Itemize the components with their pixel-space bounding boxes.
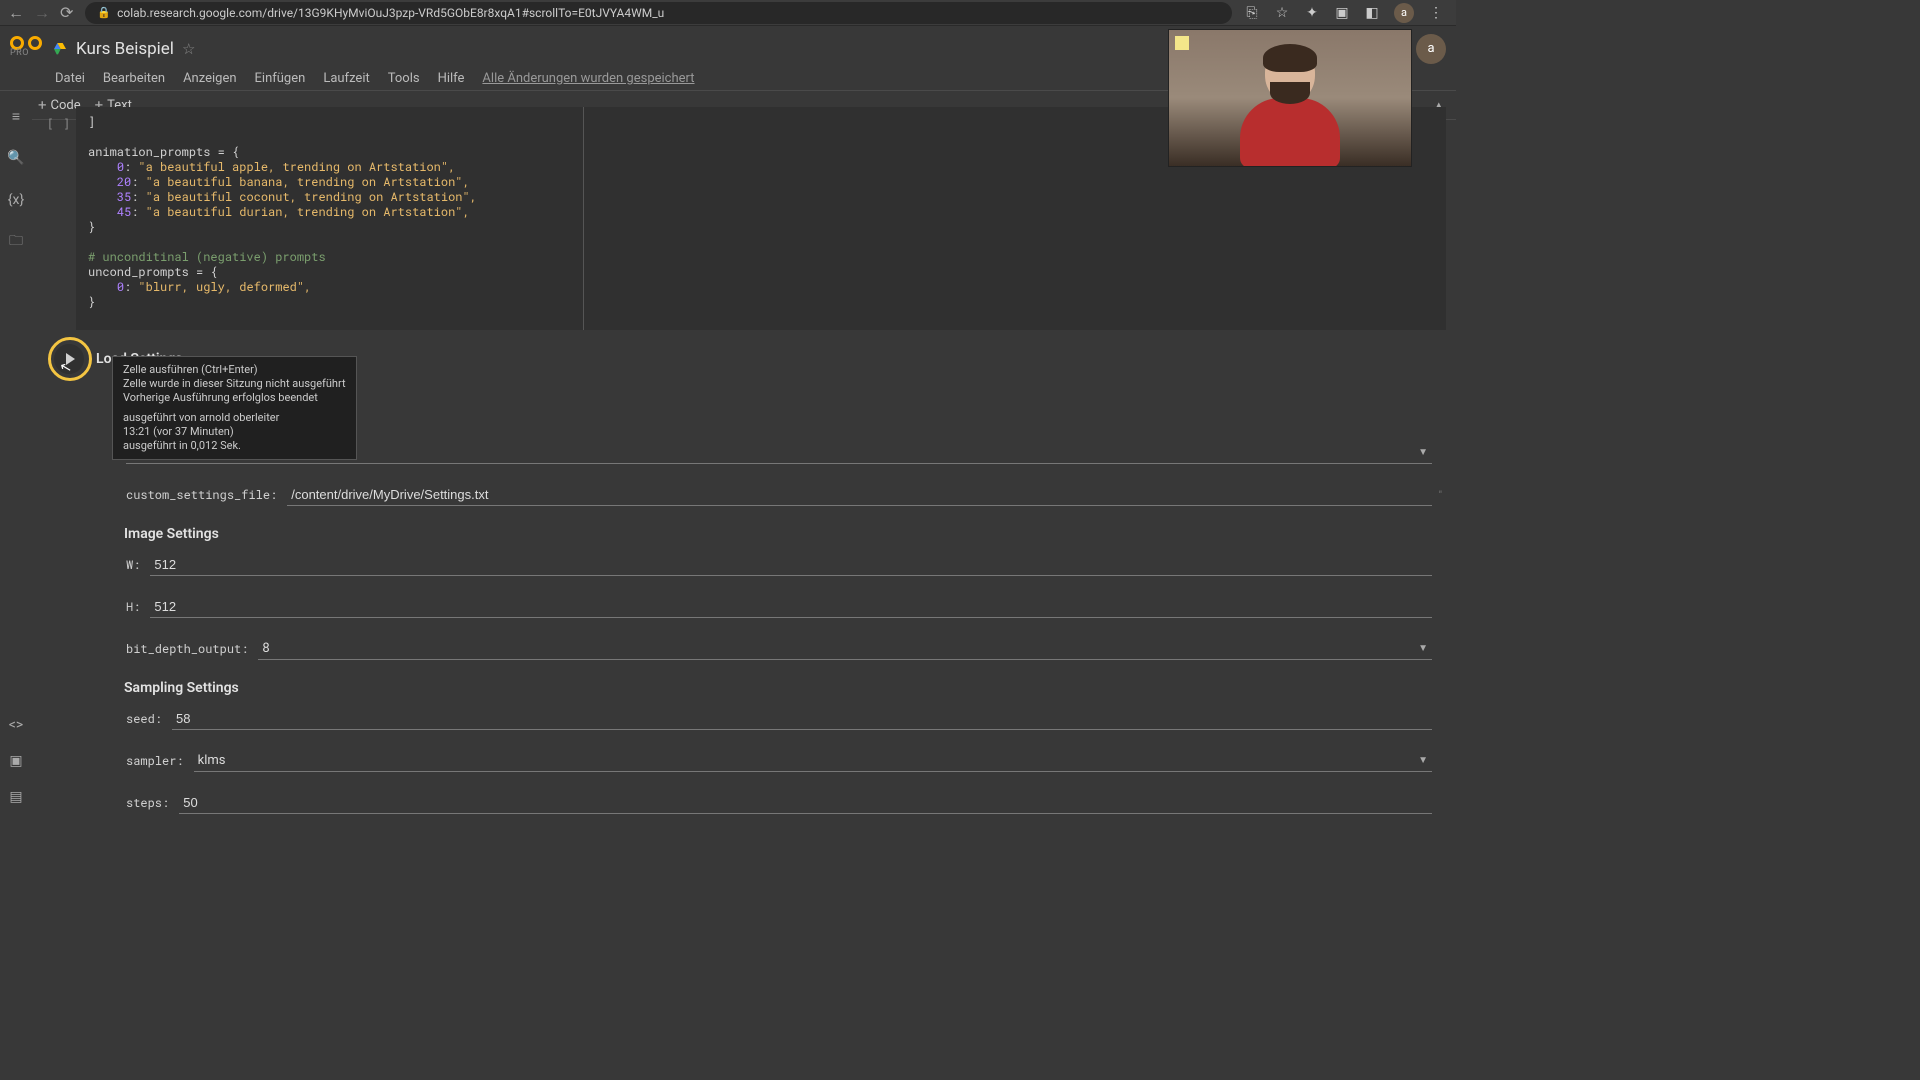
kebab-icon[interactable]: ⋮ bbox=[1428, 5, 1444, 21]
left-rail: ≡ 🔍 {x} 🗀 <> ▣ ▤ bbox=[0, 101, 32, 816]
run-cell-button[interactable] bbox=[54, 344, 84, 374]
h-row: H: bbox=[126, 596, 1432, 618]
drive-icon bbox=[52, 41, 68, 57]
reload-icon[interactable]: ⟳ bbox=[60, 3, 73, 22]
variables-icon[interactable]: {x} bbox=[7, 191, 25, 209]
search-icon[interactable]: 🔍 bbox=[7, 149, 25, 167]
document-title[interactable]: Kurs Beispiel bbox=[76, 39, 174, 59]
save-status[interactable]: Alle Änderungen wurden gespeichert bbox=[482, 71, 694, 86]
doc-title-wrap: Kurs Beispiel ☆ bbox=[52, 39, 195, 59]
files-icon[interactable]: 🗀 bbox=[7, 233, 25, 251]
image-settings-heading: Image Settings bbox=[124, 526, 1432, 542]
star-icon[interactable]: ☆ bbox=[182, 40, 195, 58]
menu-file[interactable]: Datei bbox=[55, 71, 85, 86]
code-editor[interactable]: ] animation_prompts = { 0: "a beautiful … bbox=[76, 107, 584, 330]
panel-icon[interactable]: ◧ bbox=[1364, 5, 1380, 21]
profile-avatar[interactable]: a bbox=[1394, 3, 1414, 23]
steps-row: steps: bbox=[126, 792, 1432, 814]
menu-runtime[interactable]: Laufzeit bbox=[323, 71, 369, 86]
browser-toolbar: ← → ⟳ 🔒 colab.research.google.com/drive/… bbox=[0, 0, 1456, 26]
menu-insert[interactable]: Einfügen bbox=[255, 71, 306, 86]
translate-icon[interactable]: ⎘ bbox=[1244, 5, 1260, 21]
bit-depth-row: bit_depth_output: 8 ▼ bbox=[126, 638, 1432, 660]
nav-arrow-group: ← → ⟳ bbox=[8, 3, 73, 23]
toc-icon[interactable]: ≡ bbox=[7, 107, 25, 125]
menu-edit[interactable]: Bearbeiten bbox=[103, 71, 165, 86]
seed-row: seed: bbox=[126, 708, 1432, 730]
steps-input[interactable] bbox=[179, 792, 1432, 814]
address-bar[interactable]: 🔒 colab.research.google.com/drive/13G9KH… bbox=[85, 2, 1232, 24]
command-palette-icon[interactable]: ▤ bbox=[7, 788, 25, 806]
exec-bracket[interactable]: [ ] bbox=[47, 117, 72, 330]
sidepanel-icon[interactable]: ▣ bbox=[1334, 5, 1350, 21]
lock-icon: 🔒 bbox=[97, 6, 111, 19]
sampling-settings-heading: Sampling Settings bbox=[124, 680, 1432, 696]
quote-indicator: " bbox=[1439, 490, 1442, 501]
w-row: W: bbox=[126, 554, 1432, 576]
custom-settings-file-input[interactable] bbox=[287, 484, 1432, 506]
play-icon bbox=[66, 353, 75, 365]
back-icon[interactable]: ← bbox=[8, 3, 24, 23]
webcam-person bbox=[1230, 48, 1350, 167]
w-input[interactable] bbox=[150, 554, 1432, 576]
field-label: custom_settings_file: bbox=[126, 487, 277, 503]
menu-view[interactable]: Anzeigen bbox=[183, 71, 236, 86]
pro-badge: PRO bbox=[10, 48, 29, 58]
main-area: [ ] ] animation_prompts = { 0: "a beauti… bbox=[32, 101, 1456, 816]
forward-icon: → bbox=[34, 3, 50, 23]
custom-settings-file-row: custom_settings_file: " bbox=[126, 484, 1432, 506]
cell-gutter: [ ] bbox=[42, 107, 76, 330]
chevron-down-icon: ▼ bbox=[1418, 643, 1428, 654]
code-snippets-icon[interactable]: <> bbox=[7, 716, 25, 734]
chevron-down-icon: ▼ bbox=[1418, 755, 1428, 766]
extensions-icon[interactable]: ✦ bbox=[1304, 5, 1320, 21]
sampler-row: sampler: klms ▼ bbox=[126, 750, 1432, 772]
form-cell: Load Settings Zelle ausführen (Ctrl+Ente… bbox=[42, 340, 1446, 816]
menu-help[interactable]: Hilfe bbox=[438, 71, 465, 86]
sampler-select[interactable]: klms ▼ bbox=[194, 750, 1432, 772]
url-text: colab.research.google.com/drive/13G9KHyM… bbox=[117, 6, 664, 20]
user-avatar[interactable]: a bbox=[1416, 34, 1446, 64]
webcam-overlay bbox=[1168, 29, 1412, 167]
bookmark-icon[interactable]: ☆ bbox=[1274, 5, 1290, 21]
terminal-icon[interactable]: ▣ bbox=[7, 752, 25, 770]
sticky-note bbox=[1175, 36, 1189, 50]
bit-depth-select[interactable]: 8 ▼ bbox=[258, 638, 1432, 660]
menu-tools[interactable]: Tools bbox=[388, 71, 420, 86]
chevron-down-icon: ▼ bbox=[1418, 447, 1428, 458]
seed-input[interactable] bbox=[172, 708, 1432, 730]
h-input[interactable] bbox=[150, 596, 1432, 618]
run-tooltip: Zelle ausführen (Ctrl+Enter) Zelle wurde… bbox=[112, 356, 357, 460]
browser-action-group: ⎘ ☆ ✦ ▣ ◧ a ⋮ bbox=[1244, 3, 1448, 23]
